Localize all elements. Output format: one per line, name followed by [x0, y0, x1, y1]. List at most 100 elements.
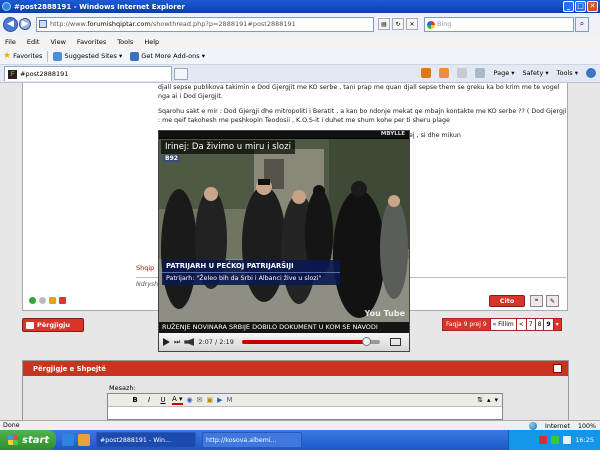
favorites-bar: ★ Favorites Suggested Sites ▾ Get More A… — [0, 48, 600, 65]
suggested-sites-icon — [53, 51, 63, 61]
pagination-dropdown-icon[interactable]: ▾ — [553, 319, 561, 330]
font-color-button[interactable]: A ▾ — [172, 395, 183, 405]
multi-quote-icon[interactable]: ❝ — [530, 295, 543, 307]
news-ticker: RUŽENJE NOVINARA SRBIJE DOBILO DOKUMENT … — [159, 322, 409, 333]
reply-button[interactable]: Përgjigju — [22, 318, 84, 332]
message-editor[interactable]: B I U A ▾ ◉ ✉ ▣ ▶ M ⇅ ▴ ▾ — [107, 393, 503, 420]
pagination-page-7[interactable]: 7 — [527, 319, 536, 330]
command-bar: F #post2888191 Page ▾ Safety ▾ Tools ▾ — [0, 65, 600, 83]
underline-button[interactable]: U — [158, 396, 168, 404]
quick-reply-icon[interactable]: ✎ — [546, 295, 559, 307]
show-desktop-icon[interactable] — [78, 434, 90, 446]
volume-tray-icon[interactable] — [563, 436, 572, 444]
page-menu[interactable]: Page ▾ — [493, 69, 514, 77]
search-provider-icon — [427, 20, 435, 29]
menu-view[interactable]: View — [50, 38, 65, 46]
pagination-page-current: 9 — [544, 319, 554, 330]
link-icon[interactable]: ◉ — [187, 396, 193, 404]
start-button[interactable]: start — [0, 430, 56, 450]
tab-current[interactable]: F #post2888191 — [4, 66, 172, 81]
address-field[interactable]: http://www. forumishqiptar.com/showthread… — [36, 16, 374, 32]
pagination-page-8[interactable]: 8 — [536, 319, 545, 330]
reputation-icon[interactable] — [49, 297, 56, 304]
network-tray-icon[interactable] — [551, 436, 560, 444]
address-domain: forumishqiptar.com — [87, 20, 151, 28]
forward-button[interactable]: ▶ — [19, 18, 31, 30]
video-time: 2:07 / 2:19 — [198, 338, 234, 346]
email-icon[interactable]: ✉ — [197, 396, 203, 404]
signature-note: Ndrysh — [136, 281, 159, 288]
volume-icon[interactable] — [184, 338, 195, 346]
quote-button[interactable]: Cito — [489, 295, 525, 307]
compatibility-icon[interactable]: ▤ — [378, 18, 390, 30]
switch-mode-icon[interactable]: ⇅ — [477, 396, 483, 404]
italic-button[interactable]: I — [144, 396, 154, 404]
favorites-star-icon: ★ — [3, 51, 12, 61]
fullscreen-icon[interactable] — [389, 338, 401, 346]
quick-reply-header: Përgjigje e Shpejtë — [23, 361, 568, 376]
print-icon[interactable] — [475, 68, 486, 78]
caption-quote: Patrijarh: "Želeo bih da Srbi i Albanci … — [166, 275, 322, 282]
addons-link[interactable]: Get More Add-ons ▾ — [141, 52, 205, 60]
divider — [47, 50, 49, 62]
help-icon[interactable] — [586, 68, 596, 78]
menu-edit[interactable]: Edit — [27, 38, 40, 46]
taskbar-item-ie2[interactable]: http://kosova.albemi... — [202, 432, 302, 448]
feeds-icon[interactable] — [439, 68, 450, 78]
address-prefix: http://www. — [50, 20, 88, 28]
page-icon — [39, 20, 47, 28]
quick-reply-panel: Përgjigje e Shpejtë Mesazh: B I U A ▾ ◉ … — [22, 360, 569, 420]
home-icon[interactable] — [421, 68, 432, 78]
video-scrubber-handle[interactable] — [362, 337, 372, 346]
video-progress-fill — [241, 340, 368, 344]
next-icon[interactable]: ⏭ — [174, 338, 180, 347]
menu-file[interactable]: File — [5, 38, 16, 46]
shrink-icon[interactable]: ▴ — [487, 396, 491, 404]
video-frame[interactable]: Irinej: Da živimo u miru i slozi B92 PAT… — [159, 139, 409, 333]
video-title: Irinej: Da živimo u miru i slozi — [161, 140, 295, 154]
security-tray-icon[interactable] — [539, 436, 548, 444]
maximize-button[interactable]: □ — [575, 1, 586, 12]
safety-menu[interactable]: Safety ▾ — [523, 69, 549, 77]
image-icon[interactable]: ▣ — [207, 396, 214, 404]
windows-logo-icon — [8, 435, 18, 445]
pagination-first[interactable]: « Fillim — [491, 319, 517, 330]
refresh-icon[interactable]: ↻ — [392, 18, 404, 30]
back-button[interactable]: ◀ — [3, 16, 18, 32]
video-icon[interactable]: ▶ — [217, 396, 222, 404]
quote-icon[interactable]: M — [227, 396, 233, 404]
video-caption: PATRIJARH U PEĆKOJ PATRIJARŠIJI Patrijar… — [162, 260, 340, 285]
tools-menu[interactable]: Tools ▾ — [557, 69, 578, 77]
menu-tools[interactable]: Tools — [117, 38, 133, 46]
menu-favorites[interactable]: Favorites — [77, 38, 106, 46]
editor-resize-controls: ⇅ ▴ ▾ — [477, 396, 498, 404]
play-icon[interactable] — [163, 338, 170, 346]
close-button[interactable]: ✕ — [587, 1, 598, 12]
online-status-icon — [29, 297, 36, 304]
report-icon[interactable] — [59, 297, 66, 304]
minimize-button[interactable]: _ — [563, 1, 574, 12]
video-player: MBYLLE Irinej: Da živimo u miru i slozi — [158, 130, 410, 352]
status-bar: Done Internet 100% — [0, 420, 600, 430]
mail-icon[interactable] — [457, 68, 468, 78]
video-close-button[interactable]: MBYLLE — [159, 131, 409, 138]
stop-icon[interactable]: ✕ — [406, 18, 418, 30]
ie-launch-icon[interactable] — [62, 434, 74, 446]
collapse-toggle-icon[interactable] — [553, 364, 562, 373]
search-input[interactable]: Bing — [424, 16, 574, 32]
favorites-button[interactable]: Favorites — [13, 52, 42, 60]
menu-help[interactable]: Help — [144, 38, 159, 46]
zone-label: Internet — [544, 422, 570, 430]
expand-icon[interactable]: ▾ — [494, 396, 498, 404]
window-controls: _ □ ✕ — [563, 1, 598, 12]
suggested-sites-link[interactable]: Suggested Sites ▾ — [64, 52, 122, 60]
window-title: #post2888191 - Windows Internet Explorer — [14, 2, 185, 11]
new-tab-button[interactable] — [174, 67, 188, 80]
zoom-level[interactable]: 100% — [578, 423, 596, 430]
video-progress-bar[interactable] — [241, 337, 380, 346]
pagination-prev[interactable]: < — [517, 319, 527, 330]
search-icon[interactable]: ⌕ — [575, 16, 589, 32]
bold-button[interactable]: B — [130, 396, 140, 404]
taskbar-item-ie[interactable]: #post2888191 - Win... — [96, 432, 196, 448]
profile-icon[interactable] — [39, 297, 46, 304]
